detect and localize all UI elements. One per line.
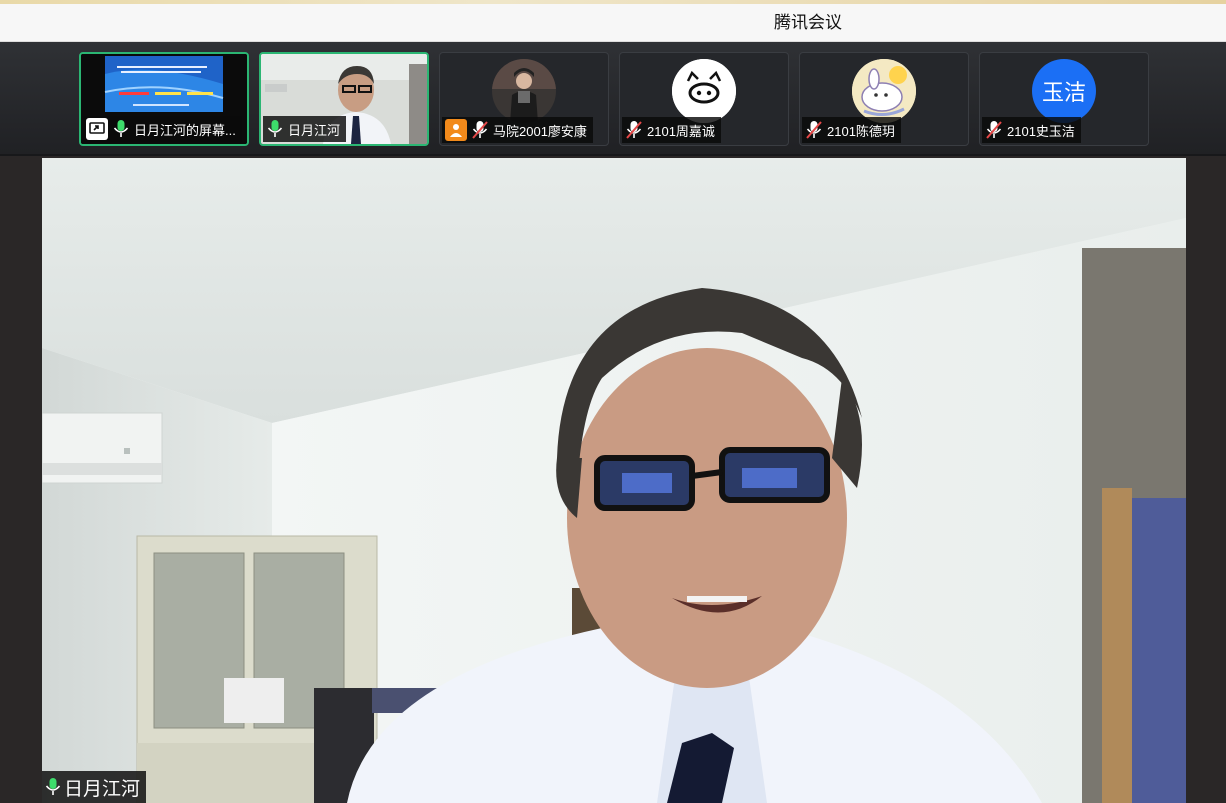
participant-name: 2101史玉洁: [1007, 123, 1075, 139]
participant-label: 2101周嘉诚: [622, 117, 721, 143]
title-bar[interactable]: 腾讯会议: [0, 4, 1226, 42]
participant-tile[interactable]: 马院2001廖安康: [439, 52, 609, 146]
person-badge-icon: [445, 119, 467, 141]
participant-name: 日月江河的屏幕...: [134, 122, 236, 138]
participant-strip: 日月江河的屏幕... 日月江河 马院2001廖安康 2101周嘉诚 2101陈德…: [0, 42, 1226, 156]
participant-label: 日月江河的屏幕...: [83, 116, 242, 142]
mic-muted-icon: [986, 121, 1002, 139]
mic-on-icon: [45, 778, 61, 795]
mic-muted-icon: [806, 121, 822, 139]
main-video[interactable]: 日月江河: [42, 158, 1186, 803]
participant-name: 2101周嘉诚: [647, 123, 715, 139]
participant-tile[interactable]: 2101陈德玥: [799, 52, 969, 146]
participant-avatar: [852, 59, 916, 123]
mic-muted-icon: [472, 121, 488, 139]
speaker-name-tag: 日月江河: [42, 771, 147, 803]
participant-label: 2101史玉洁: [982, 117, 1081, 143]
participant-avatar: 玉洁: [1032, 59, 1096, 123]
participant-name: 2101陈德玥: [827, 123, 895, 139]
speaker-video-frame: [42, 158, 1186, 803]
participant-name: 马院2001廖安康: [493, 123, 587, 139]
participant-avatar: [492, 59, 556, 123]
participant-tile-screen-share[interactable]: 日月江河的屏幕...: [79, 52, 249, 146]
participant-label: 日月江河: [263, 116, 347, 142]
participant-label: 马院2001廖安康: [442, 117, 593, 143]
window-title: 腾讯会议: [774, 13, 842, 32]
participant-tile[interactable]: 2101周嘉诚: [619, 52, 789, 146]
participant-tile[interactable]: 玉洁 2101史玉洁: [979, 52, 1149, 146]
mic-muted-icon: [626, 121, 642, 139]
speaker-name: 日月江河: [64, 778, 141, 800]
screen-share-icon: [86, 118, 108, 140]
participant-tile-video[interactable]: 日月江河: [259, 52, 429, 146]
avatar-initials: 玉洁: [1041, 80, 1086, 105]
participant-avatar: [672, 59, 736, 123]
mic-on-icon: [113, 120, 129, 137]
participant-name: 日月江河: [288, 122, 341, 138]
participant-label: 2101陈德玥: [802, 117, 901, 143]
mic-on-icon: [267, 120, 283, 137]
